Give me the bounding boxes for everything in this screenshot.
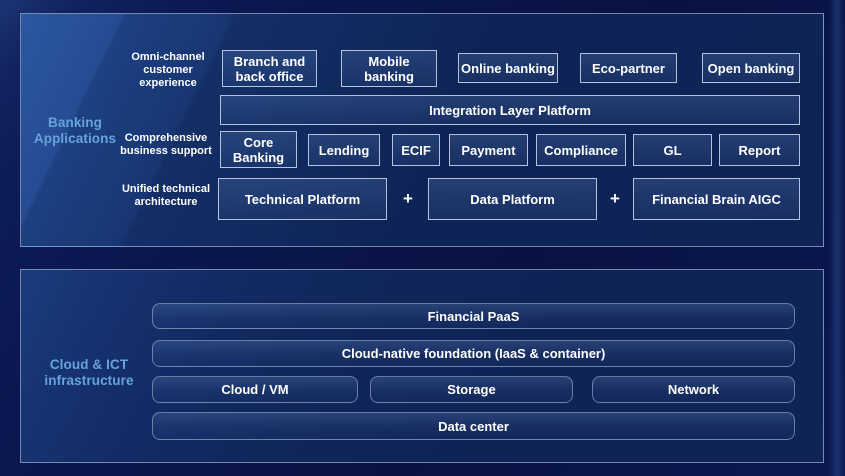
box-cloud-vm: Cloud / VM <box>152 376 358 403</box>
omni-channel-label: Omni-channel customer experience <box>118 51 218 90</box>
box-technical-platform: Technical Platform <box>218 178 387 220</box>
box-network: Network <box>592 376 795 403</box>
box-data-center: Data center <box>152 412 795 440</box>
box-storage: Storage <box>370 376 573 403</box>
box-compliance: Compliance <box>536 134 626 166</box>
box-integration-layer-platform: Integration Layer Platform <box>220 95 800 125</box>
box-financial-paas: Financial PaaS <box>152 303 795 329</box>
unified-architecture-label: Unified technical architecture <box>114 183 218 209</box>
box-branch-back-office: Branch and back office <box>222 50 317 87</box>
cloud-ict-title: Cloud & ICT infrastructure <box>34 357 144 389</box>
box-mobile-banking: Mobile banking <box>341 50 437 87</box>
box-data-platform: Data Platform <box>428 178 597 220</box>
plus-separator: + <box>602 178 628 220</box>
box-gl: GL <box>633 134 712 166</box>
architecture-diagram: Banking Applications Omni-channel custom… <box>0 0 845 476</box>
box-ecif: ECIF <box>392 134 440 166</box>
box-report: Report <box>719 134 800 166</box>
box-financial-brain-aigc: Financial Brain AIGC <box>633 178 800 220</box>
box-eco-partner: Eco-partner <box>580 53 677 83</box>
box-core-banking: Core Banking <box>220 131 297 168</box>
box-payment: Payment <box>449 134 528 166</box>
box-lending: Lending <box>308 134 380 166</box>
background-light-streak <box>829 0 845 476</box>
banking-applications-title: Banking Applications <box>22 115 128 147</box>
box-open-banking: Open banking <box>702 53 800 83</box>
box-cloud-native-foundation: Cloud-native foundation (IaaS & containe… <box>152 340 795 367</box>
box-online-banking: Online banking <box>458 53 558 83</box>
business-support-label: Comprehensive business support <box>114 132 218 158</box>
plus-separator: + <box>395 178 421 220</box>
